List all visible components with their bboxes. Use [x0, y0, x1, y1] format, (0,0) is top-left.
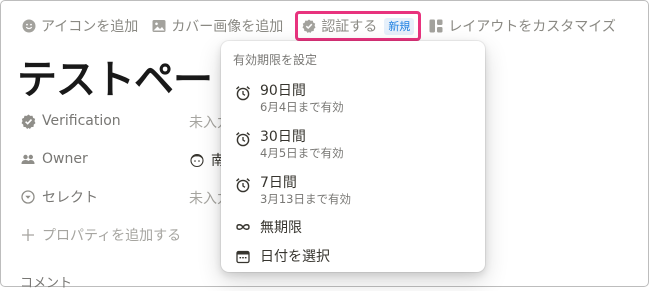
option-label: 90日間: [260, 83, 306, 99]
alarm-clock-icon: [235, 177, 251, 193]
option-sub: 6月4日まで有効: [260, 100, 344, 114]
add-cover-button[interactable]: カバー画像を追加: [150, 16, 285, 36]
avatar: [189, 152, 205, 168]
verify-label: 認証する: [321, 19, 378, 35]
option-label: 30日間: [260, 129, 306, 145]
option-label: 無期限: [260, 220, 302, 236]
infinity-icon: [235, 219, 251, 235]
alarm-clock-icon: [235, 131, 251, 147]
option-sub: 3月13日まで有効: [260, 192, 351, 206]
expiry-option-unlimited[interactable]: 無期限: [221, 216, 485, 238]
add-icon-button[interactable]: アイコンを追加: [20, 16, 140, 36]
page-title[interactable]: テストペー: [17, 47, 213, 105]
add-cover-label: カバー画像を追加: [171, 19, 284, 35]
property-name: Owner: [42, 151, 88, 167]
expiry-option-7-days[interactable]: 7日間 3月13日まで有効: [221, 171, 485, 207]
property-select[interactable]: セレクト: [20, 185, 98, 209]
people-icon: [20, 151, 36, 167]
layout-icon: [429, 19, 443, 33]
property-verification[interactable]: Verification: [20, 109, 121, 133]
menu-header: 有効期限を設定: [233, 53, 318, 67]
plus-icon: [20, 227, 36, 243]
customize-layout-label: レイアウトをカスタマイズ: [448, 19, 616, 35]
calendar-icon: [235, 249, 251, 265]
option-label: 日付を選択: [260, 249, 330, 265]
expiry-option-30-days[interactable]: 30日間 4月5日まで有効: [221, 125, 485, 161]
add-icon-label: アイコンを追加: [41, 19, 139, 35]
smiley-icon: [22, 19, 36, 33]
verified-badge-icon: [302, 19, 316, 33]
alarm-clock-icon: [235, 85, 251, 101]
new-badge: 新規: [384, 17, 415, 35]
property-name: Verification: [42, 113, 121, 129]
verified-check-icon: [20, 113, 36, 129]
verify-expiry-menu: 有効期限を設定 90日間 6月4日まで有効 30日間 4月5日まで有効 7日間 …: [221, 41, 485, 272]
property-owner[interactable]: Owner: [20, 147, 88, 171]
comments-heading: コメント: [20, 276, 73, 291]
customize-layout-button[interactable]: レイアウトをカスタマイズ: [427, 16, 618, 36]
option-sub: 4月5日まで有効: [260, 146, 344, 160]
image-icon: [152, 19, 166, 33]
add-property-label: プロパティを追加する: [42, 228, 182, 244]
property-value-owner[interactable]: 南: [189, 150, 225, 170]
select-chevron-icon: [20, 189, 36, 205]
verify-button[interactable]: 認証する 新規: [295, 11, 422, 41]
option-label: 7日間: [260, 175, 297, 191]
expiry-option-pick-date[interactable]: 日付を選択: [221, 245, 485, 267]
property-name: セレクト: [42, 190, 98, 206]
expiry-option-90-days[interactable]: 90日間 6月4日まで有効: [221, 79, 485, 115]
page-header-toolbar: アイコンを追加 カバー画像を追加 認証する 新規 レイアウトをカスタマイズ: [20, 11, 628, 41]
add-property-button[interactable]: プロパティを追加する: [20, 223, 181, 247]
